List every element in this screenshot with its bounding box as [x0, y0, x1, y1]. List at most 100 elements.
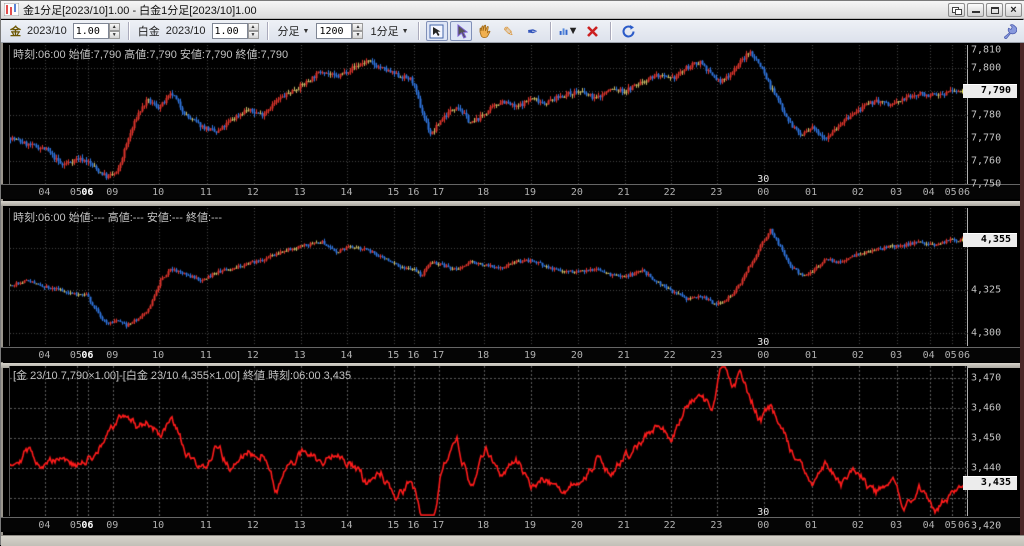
pencil-tool-button[interactable]: ✎ — [498, 21, 520, 41]
price-tick-label: 3,460 — [971, 402, 1002, 414]
window-title: 金1分足[2023/10]1.00 - 白金1分足[2023/10]1.00 — [23, 4, 257, 17]
select-frame-button[interactable] — [425, 21, 448, 41]
time-tick-label: 04 — [38, 350, 51, 361]
interval-dropdown[interactable]: 1分足 ▼ — [370, 23, 408, 39]
maximize-button[interactable] — [986, 3, 1003, 17]
bar-count-input[interactable] — [316, 23, 353, 39]
time-tick-label: 11 — [199, 350, 212, 361]
time-tick-label: 04 — [38, 187, 51, 198]
time-tick-label: 05 — [944, 350, 957, 361]
time-tick-label: 15 — [387, 520, 400, 531]
price-tick-label: 7,780 — [971, 109, 1002, 120]
time-tick-label: 15 — [387, 350, 400, 361]
title-bar[interactable]: 金1分足[2023/10]1.00 - 白金1分足[2023/10]1.00 × — [1, 1, 1024, 19]
gold-time-axis: 04 05 06 09 10 11 12 13 14 15 16 17 18 19 20 21 22 23 00 01… — [1, 174, 1020, 199]
bar-type-dropdown[interactable]: 分足 ▼ — [278, 23, 310, 39]
time-tick-label: 00 — [757, 187, 770, 198]
time-tick-label: 02 — [851, 350, 864, 361]
time-tick-label: 21 — [617, 350, 630, 361]
bar-count-down-button[interactable]: ▼ — [352, 31, 364, 39]
pencil-icon: ✎ — [503, 23, 514, 39]
time-tick-label: 13 — [293, 350, 306, 361]
hand-tool-button[interactable] — [474, 21, 496, 41]
time-tick-label: 18 — [477, 350, 490, 361]
price-tick-label: 3,470 — [971, 372, 1002, 384]
time-tick-label: 05 — [69, 350, 82, 361]
current-price-box: 4,355 — [963, 232, 1017, 247]
time-tick-label: 12 — [246, 350, 259, 361]
toolbar: 金 2023/10 ▲▼ 白金 2023/10 ▲▼ 分足▼ ▲▼ 1分足▼ — [1, 20, 1024, 43]
gold-label: 金 — [10, 26, 21, 38]
time-tick-label: 01 — [805, 187, 818, 198]
time-tick-label: 06 — [81, 350, 94, 361]
time-tick-label: 00 — [757, 350, 770, 361]
quill-tool-button[interactable]: ✒ — [522, 21, 544, 41]
platinum-status-line: 時刻:06:00 始値:--- 高値:--- 安値:--- 終値:--- — [13, 212, 222, 224]
bar-count-up-button[interactable]: ▲ — [352, 23, 364, 31]
price-tick-label: 7,760 — [971, 155, 1002, 167]
time-tick-label: 20 — [570, 520, 583, 531]
time-tick-label: 11 — [199, 187, 212, 198]
delete-chart-button[interactable] — [582, 21, 604, 41]
refresh-button[interactable] — [618, 21, 640, 41]
gold-month-label: 2023/10 — [27, 25, 67, 37]
gold-price-axis: 7,810 7,800 7,780 7,770 7,760 7,750 7,790 — [963, 45, 1017, 199]
spread-price-axis: 3,470 3,460 3,450 3,440 3,420 3,435 — [963, 366, 1017, 532]
spread-status-line: [金 23/10 7,790×1.00]-[白金 23/10 4,355×1.0… — [13, 370, 352, 382]
close-button[interactable]: × — [1005, 3, 1022, 17]
time-tick-label: 04 — [38, 520, 51, 531]
time-tick-label: 10 — [152, 520, 165, 531]
cursor-tool-button[interactable] — [449, 21, 472, 41]
time-tick-label: 02 — [851, 520, 864, 531]
time-tick-label: 19 — [523, 187, 537, 198]
gold-ratio-input[interactable] — [72, 23, 109, 39]
gold-ratio-spinner: ▲▼ — [72, 23, 120, 39]
time-tick-label: 13 — [293, 187, 306, 198]
toolbar-separator — [417, 22, 420, 40]
wrench-icon — [1004, 24, 1018, 39]
time-tick-label: 16 — [407, 187, 420, 198]
platinum-ratio-input[interactable] — [211, 23, 248, 39]
time-tick-label: 21 — [617, 520, 630, 531]
bar-chart-icon — [559, 28, 567, 35]
time-tick-label: 22 — [663, 350, 676, 361]
time-tick-label: 22 — [663, 520, 676, 531]
platinum-ratio-up-button[interactable]: ▲ — [247, 23, 259, 31]
spread-chart-plot[interactable] — [10, 366, 968, 516]
time-tick-label: 09 — [106, 187, 119, 198]
price-tick-label: 4,300 — [971, 327, 1002, 339]
panel-divider[interactable] — [1, 201, 1020, 206]
chart-style-button[interactable]: ▼ — [558, 21, 580, 41]
price-tick-label: 7,770 — [971, 132, 1002, 144]
date-label: 30 — [757, 174, 770, 185]
window-bottom-edge[interactable] — [1, 535, 1024, 546]
platinum-chart-plot[interactable] — [10, 208, 968, 346]
toolbar-separator — [127, 22, 130, 40]
copy-window-button[interactable] — [948, 3, 965, 17]
gold-ratio-up-button[interactable]: ▲ — [108, 23, 120, 31]
time-tick-label: 18 — [477, 520, 490, 531]
time-tick-label: 01 — [805, 350, 818, 361]
price-tick-label: 3,440 — [971, 462, 1002, 474]
time-tick-label: 18 — [477, 187, 490, 198]
time-tick-label: 23 — [710, 350, 723, 361]
minimize-button[interactable] — [967, 3, 984, 17]
current-price-box: 3,435 — [963, 476, 1017, 490]
settings-area[interactable] — [1001, 23, 1018, 42]
time-tick-label: 09 — [106, 350, 119, 361]
time-tick-label: 14 — [340, 520, 353, 531]
hand-icon — [479, 24, 491, 38]
platinum-price-axis: 4,325 4,300 4,355 — [963, 208, 1017, 362]
price-tick-label: 4,325 — [971, 284, 1002, 296]
time-tick-label: 05 — [69, 520, 82, 531]
time-tick-label: 05 — [944, 187, 957, 198]
date-label: 30 — [757, 507, 770, 518]
time-tick-label: 00 — [757, 520, 770, 531]
time-tick-label: 03 — [890, 187, 903, 198]
gold-chart-plot[interactable] — [10, 45, 968, 184]
gold-ratio-down-button[interactable]: ▼ — [108, 31, 120, 39]
time-tick-label: 05 — [944, 520, 957, 531]
toolbar-separator — [609, 22, 612, 40]
time-tick-label: 22 — [663, 187, 676, 198]
platinum-ratio-down-button[interactable]: ▼ — [247, 31, 259, 39]
